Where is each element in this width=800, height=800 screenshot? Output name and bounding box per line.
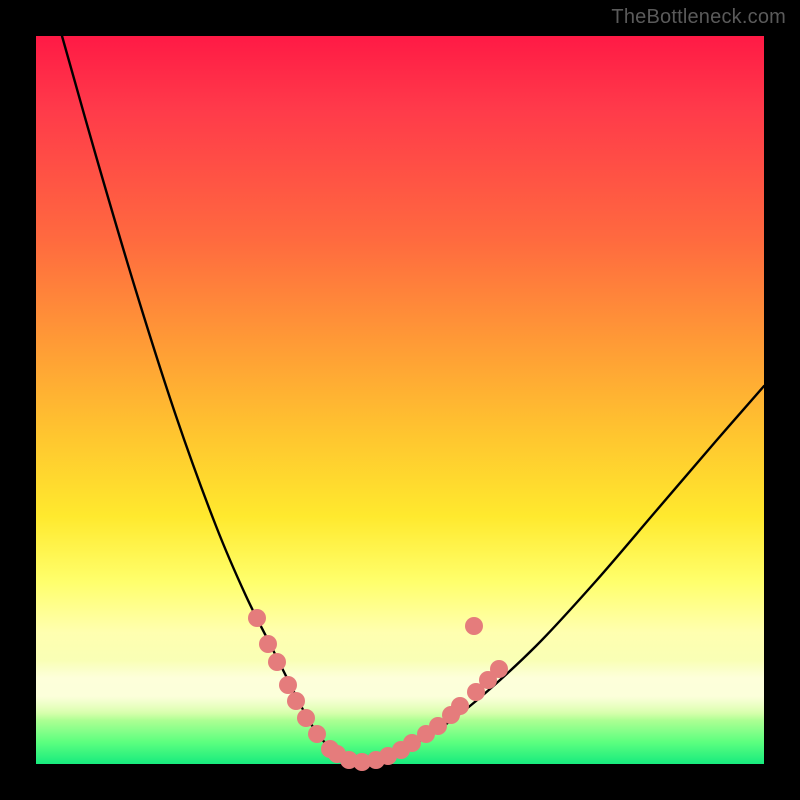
data-marker	[279, 676, 297, 694]
data-marker	[490, 660, 508, 678]
bottleneck-curve	[62, 36, 764, 762]
data-marker	[451, 697, 469, 715]
plot-area	[36, 36, 764, 764]
data-marker	[268, 653, 286, 671]
data-marker	[308, 725, 326, 743]
data-marker	[465, 617, 483, 635]
data-marker	[259, 635, 277, 653]
chart-frame: TheBottleneck.com	[0, 0, 800, 800]
marker-layer	[248, 609, 508, 771]
data-marker	[287, 692, 305, 710]
data-marker	[248, 609, 266, 627]
data-marker	[297, 709, 315, 727]
attribution-label: TheBottleneck.com	[611, 6, 786, 29]
curve-layer	[36, 36, 764, 764]
